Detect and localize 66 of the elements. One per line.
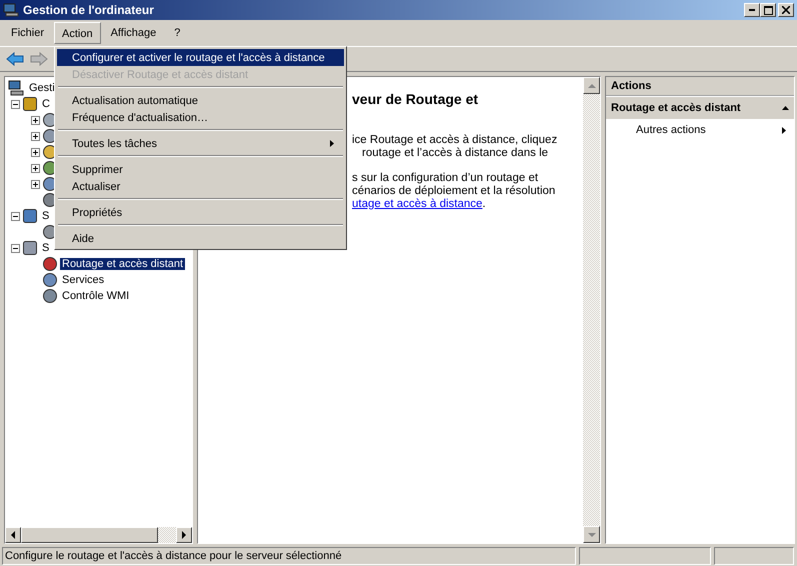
up-arrow-icon (588, 84, 596, 88)
menu-item[interactable]: Aide (57, 230, 344, 247)
heading: veur de Routage et (352, 91, 480, 107)
collapse-icon[interactable] (11, 100, 20, 108)
text-line: routage et l’accès à distance dans le (361, 147, 550, 160)
status-text: Configure le routage et l'accès à distance pour le serveur sélectionné (2, 547, 576, 565)
menu-item[interactable]: Supprimer (57, 161, 344, 178)
horizontal-scrollbar[interactable] (5, 527, 192, 543)
tree-item[interactable]: Routage et accès distant (60, 258, 186, 270)
scroll-down-button[interactable] (583, 526, 600, 543)
text-line: cénarios de déploiement et la résolution (352, 185, 556, 198)
menu-item[interactable]: Fichier (3, 23, 52, 43)
tree-item[interactable]: C (40, 98, 52, 110)
expand-icon[interactable] (31, 132, 40, 140)
computer-icon (8, 80, 24, 96)
tree-item[interactable]: S (40, 242, 52, 254)
minimize-icon (749, 9, 755, 11)
menu-item[interactable]: Toutes les tâches (57, 135, 344, 152)
window-title: Gestion de l'ordinateur (23, 3, 155, 17)
node-icon (23, 97, 37, 111)
collapse-icon[interactable] (11, 244, 20, 252)
node-icon (43, 257, 57, 271)
maximize-button[interactable] (760, 3, 776, 17)
scrollbar-thumb[interactable] (21, 527, 158, 543)
scroll-right-button[interactable] (176, 527, 192, 543)
menu-item[interactable]: Action (54, 22, 101, 44)
node-icon (43, 289, 57, 303)
menu-item[interactable]: Fréquence d'actualisation… (57, 109, 344, 126)
tree-item[interactable]: Contrôle WMI (60, 290, 132, 302)
node-icon (23, 209, 37, 223)
close-icon (782, 6, 790, 14)
close-button[interactable] (778, 3, 794, 17)
tree-item[interactable]: S (40, 210, 52, 222)
node-icon (43, 273, 57, 287)
back-arrow-icon[interactable] (6, 52, 24, 66)
collapse-icon[interactable] (782, 106, 789, 110)
menu-item[interactable]: Affichage (102, 23, 164, 43)
action-link[interactable]: Autres actions (606, 119, 794, 139)
menu-item[interactable]: Actualiser (57, 178, 344, 195)
maximize-icon (764, 6, 772, 14)
expand-icon[interactable] (31, 116, 40, 124)
menu-item[interactable]: Configurer et activer le routage et l'accès à distance (57, 49, 344, 66)
scroll-up-button[interactable] (583, 77, 600, 94)
menu-item[interactable]: ? (166, 23, 188, 43)
text-line: s sur la configuration d’un routage et (352, 172, 540, 185)
left-arrow-icon (11, 531, 15, 539)
actions-section[interactable]: Routage et accès distant (606, 97, 794, 119)
actions-header: Actions (606, 77, 794, 96)
expand-icon[interactable] (31, 180, 40, 188)
tree-item[interactable]: Services (60, 274, 106, 286)
down-arrow-icon (588, 532, 596, 536)
expand-icon[interactable] (31, 148, 40, 156)
node-icon (23, 241, 37, 255)
scroll-left-button[interactable] (5, 527, 21, 543)
computer-icon (3, 3, 19, 17)
minimize-button[interactable] (744, 3, 760, 17)
expand-icon[interactable] (31, 164, 40, 172)
text-line: ice Routage et accès à distance, cliquez (352, 134, 558, 147)
right-arrow-icon (182, 531, 186, 539)
tree-item[interactable]: Gesti (27, 82, 57, 94)
link[interactable]: utage et accès à distance (352, 198, 482, 210)
collapse-icon[interactable] (11, 212, 20, 220)
submenu-arrow-icon (782, 126, 786, 134)
menu-item[interactable]: Propriétés (57, 204, 344, 221)
text-line: . (482, 198, 486, 210)
menu-item[interactable]: Actualisation automatique (57, 92, 344, 109)
